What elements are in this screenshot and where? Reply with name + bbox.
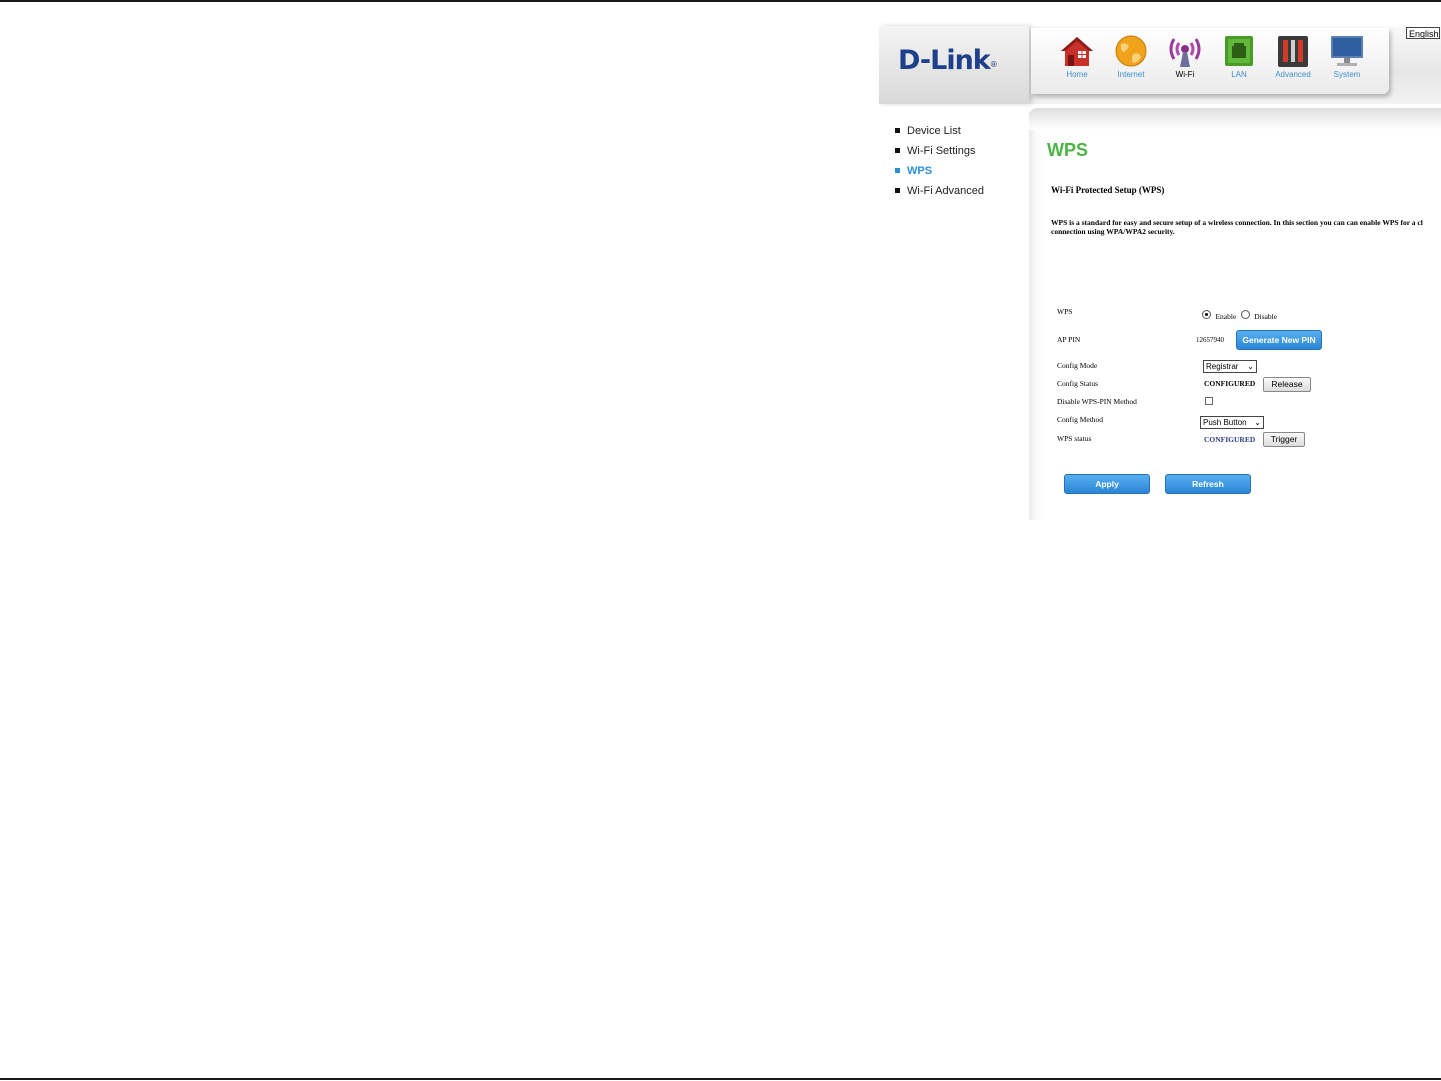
sidebar-item-wps[interactable]: WPS [894,163,984,183]
nav-label: LAN [1231,70,1247,79]
bullet-icon [895,188,900,193]
wps-status-label: WPS status [1057,434,1092,443]
wifi-antenna-icon [1169,38,1201,67]
sidebar-menu: Device List Wi-Fi Settings WPS Wi-Fi Adv… [894,123,984,203]
sidebar-item-label: WPS [907,165,933,177]
dlink-logo[interactable]: D-Link® [898,44,998,78]
logo-registered-mark: ® [989,60,998,69]
sidebar-item-wifi-advanced[interactable]: Wi-Fi Advanced [894,183,984,203]
wps-enable-radio[interactable] [1202,310,1211,320]
monitor-icon [1331,36,1363,66]
wps-disable-radio[interactable] [1240,310,1250,320]
config-status-label: Config Status [1057,379,1099,388]
nav-label: Home [1066,70,1088,79]
logo-text: D-Link [898,45,991,76]
bullet-icon [895,148,900,153]
section-description: WPS is a standard for easy and secure se… [1051,218,1441,236]
sidebar-item-label: Wi-Fi Advanced [907,185,985,197]
wps-label: WPS [1057,307,1073,316]
nav-label: Advanced [1275,70,1311,79]
tools-icon [1278,36,1308,67]
nav-label: Internet [1117,70,1145,79]
enable-label: Enable [1215,312,1237,321]
nav-system[interactable]: System [1320,34,1374,86]
ap-pin-value: 12657940 [1196,336,1224,344]
generate-new-pin-button[interactable]: Generate New PIN [1236,330,1322,350]
home-icon [1061,37,1093,66]
refresh-button[interactable]: Refresh [1165,474,1251,494]
bullet-icon [895,168,900,173]
page-title: WPS [1047,140,1089,160]
sidebar-item-label: Device List [907,125,961,137]
release-button[interactable]: Release [1263,377,1311,392]
section-title: Wi-Fi Protected Setup (WPS) [1051,185,1165,195]
sidebar-item-device-list[interactable]: Device List [894,123,984,143]
nav-lan[interactable]: LAN [1212,34,1266,86]
config-method-selected: Push Button [1203,418,1247,427]
nav-internet[interactable]: Internet [1104,34,1158,86]
nav-advanced[interactable]: Advanced [1266,34,1320,86]
chevron-down-icon: ⌄ [1254,418,1261,427]
wps-status-value: CONFIGURED [1204,435,1256,444]
config-status-value: CONFIGURED [1204,379,1256,388]
nav-label: Wi-Fi [1175,70,1195,79]
config-mode-selected: Registrar [1206,362,1239,371]
description-line: connection using WPA/WPA2 security. [1051,227,1175,236]
sidebar-item-wifi-settings[interactable]: Wi-Fi Settings [894,143,984,163]
nav-wifi[interactable]: Wi-Fi [1158,34,1212,86]
config-mode-select[interactable]: Registrar ⌄ [1203,360,1257,373]
config-mode-label: Config Mode [1057,361,1098,370]
description-line: WPS is a standard for easy and secure se… [1051,218,1423,227]
apply-button[interactable]: Apply [1064,474,1150,494]
lan-port-icon [1225,36,1253,66]
disable-wps-pin-checkbox[interactable] [1205,397,1213,405]
top-rule [0,0,1441,2]
config-method-label: Config Method [1057,415,1104,424]
disable-label: Disable [1254,312,1278,321]
sidebar-item-label: Wi-Fi Settings [907,145,976,157]
wps-enable-group: Enable Disable [1202,306,1277,324]
language-select[interactable]: English [1406,27,1440,39]
globe-icon [1115,35,1147,67]
chevron-down-icon: ⌄ [1247,362,1254,371]
trigger-button[interactable]: Trigger [1263,432,1305,447]
nav-home[interactable]: Home [1050,34,1104,86]
ap-pin-label: AP PIN [1057,335,1081,344]
nav-label: System [1333,70,1361,79]
bottom-rule [0,1078,1441,1080]
config-method-select[interactable]: Push Button ⌄ [1200,416,1264,429]
bullet-icon [895,128,900,133]
content-panel-top [1029,108,1441,130]
disable-wps-pin-label: Disable WPS-PIN Method [1057,397,1137,406]
